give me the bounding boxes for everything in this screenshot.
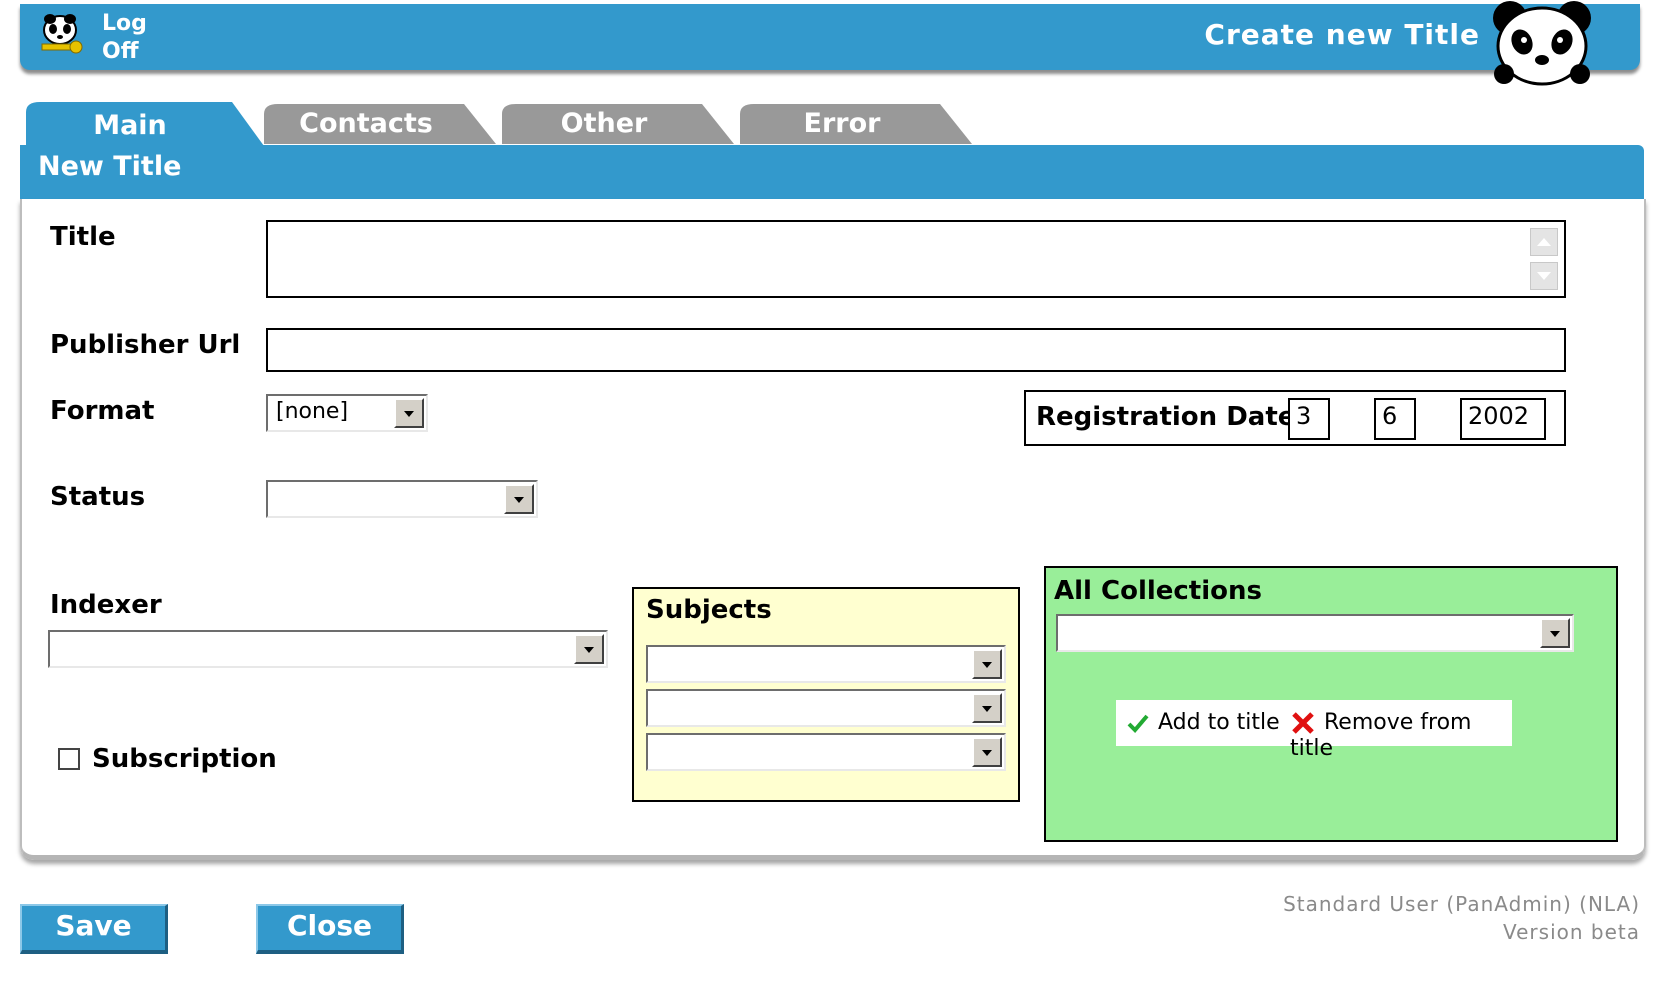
save-button[interactable]: Save	[20, 904, 168, 954]
indexer-label: Indexer	[50, 590, 162, 620]
checkmark-icon	[1127, 714, 1149, 733]
format-label: Format	[50, 396, 155, 426]
tab-contacts[interactable]: Contacts	[264, 102, 500, 144]
status-dropdown-icon[interactable]	[504, 484, 534, 514]
footer-info: Standard User (PanAdmin) (NLA) Version b…	[1283, 890, 1640, 946]
subjects-label: Subjects	[646, 595, 772, 625]
remove-from-title-label: Remove from title	[1290, 710, 1472, 761]
header-bar: Log Off Create new Title	[20, 1, 1640, 86]
tab-contacts-label: Contacts	[299, 108, 433, 139]
subscription-label: Subscription	[92, 744, 277, 774]
remove-from-title-button[interactable]: Remove from title	[1290, 710, 1512, 761]
tab-other[interactable]: Other	[502, 102, 738, 144]
publisher-url-input[interactable]	[266, 328, 1566, 372]
indexer-dropdown-icon[interactable]	[574, 634, 604, 664]
logoff-link[interactable]: Log Off	[102, 10, 147, 66]
tab-main[interactable]: Main	[26, 100, 266, 146]
logoff-line1: Log	[102, 11, 147, 36]
collections-box: All Collections Add to title Remove from…	[1044, 566, 1618, 842]
tab-main-label: Main	[93, 110, 167, 141]
tab-error[interactable]: Error	[740, 102, 976, 144]
status-label: Status	[50, 482, 146, 512]
panel-title: New Title	[38, 151, 182, 182]
subject-select-3[interactable]	[646, 733, 1006, 771]
logoff-line2: Off	[102, 39, 139, 64]
close-button[interactable]: Close	[256, 904, 404, 954]
reg-year-input[interactable]: 2002	[1460, 398, 1546, 440]
subject-select-1[interactable]	[646, 645, 1006, 683]
tab-other-label: Other	[560, 108, 648, 139]
title-textarea[interactable]	[266, 220, 1566, 298]
format-value: [none]	[276, 399, 349, 424]
tab-error-label: Error	[803, 108, 881, 139]
footer-version: Version beta	[1503, 920, 1640, 944]
subject-dropdown-icon-1[interactable]	[972, 649, 1002, 679]
status-select[interactable]	[266, 480, 538, 518]
subscription-checkbox[interactable]	[58, 748, 80, 770]
collections-dropdown-icon[interactable]	[1540, 618, 1570, 648]
registration-date-box: Registration Date 3 6 2002	[1024, 390, 1566, 446]
footer-user: Standard User (PanAdmin) (NLA)	[1283, 892, 1640, 916]
page-title: Create new Title	[1204, 18, 1480, 51]
indexer-select[interactable]	[48, 630, 608, 668]
subjects-box: Subjects	[632, 587, 1020, 802]
collections-select[interactable]	[1056, 614, 1574, 652]
scroll-down-button[interactable]	[1530, 262, 1558, 290]
subject-dropdown-icon-2[interactable]	[972, 693, 1002, 723]
subject-select-2[interactable]	[646, 689, 1006, 727]
collection-actions: Add to title Remove from title	[1116, 700, 1512, 761]
panda-logo-icon	[1490, 0, 1594, 86]
title-label: Title	[50, 222, 116, 252]
format-select[interactable]: [none]	[266, 394, 428, 432]
add-to-title-label: Add to title	[1158, 710, 1280, 735]
scroll-up-button[interactable]	[1530, 228, 1558, 256]
reg-month-input[interactable]: 6	[1374, 398, 1416, 440]
publisher-url-label: Publisher Url	[50, 330, 241, 360]
add-to-title-button[interactable]: Add to title	[1126, 710, 1280, 735]
registration-date-label: Registration Date	[1036, 402, 1296, 432]
format-dropdown-icon[interactable]	[394, 398, 424, 428]
collections-label: All Collections	[1054, 576, 1262, 606]
x-mark-icon	[1292, 712, 1314, 734]
panel-header: New Title	[20, 145, 1644, 199]
reg-day-input[interactable]: 3	[1288, 398, 1330, 440]
panda-key-icon[interactable]	[38, 12, 84, 56]
subject-dropdown-icon-3[interactable]	[972, 737, 1002, 767]
